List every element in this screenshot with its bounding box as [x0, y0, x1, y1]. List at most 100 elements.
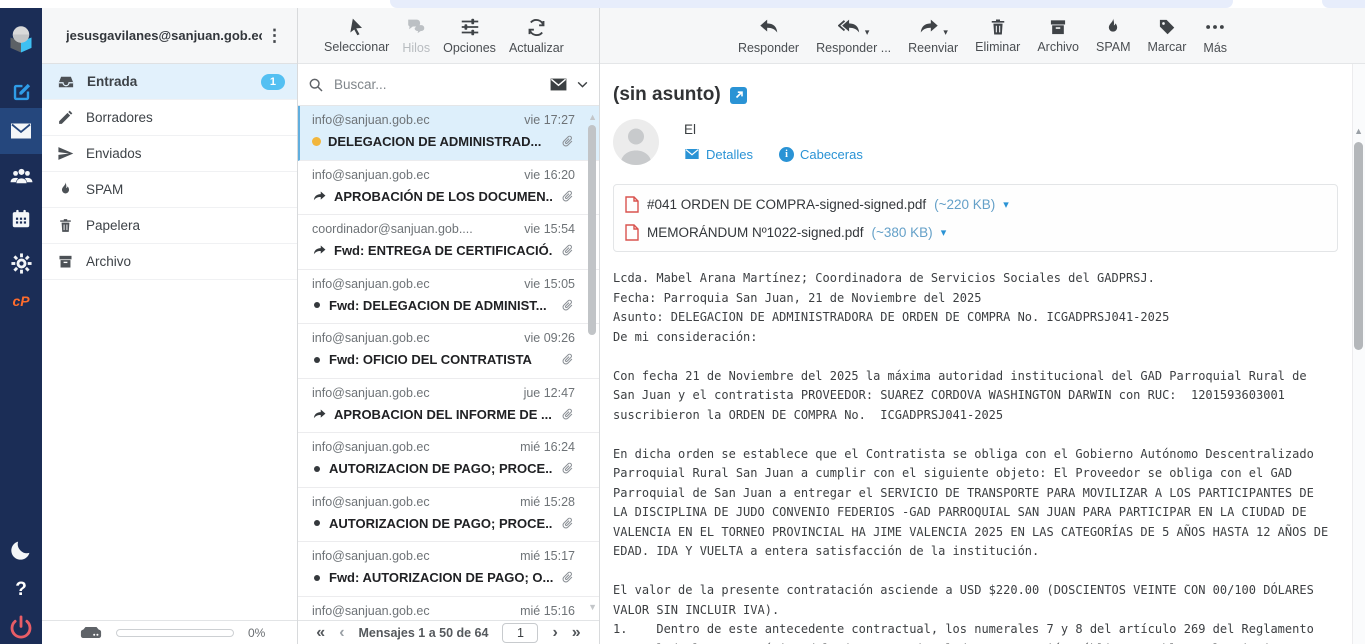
threads-button[interactable]: Hilos — [402, 16, 430, 55]
envelope-icon — [684, 146, 700, 162]
spam-button[interactable]: SPAM — [1096, 17, 1131, 54]
attachment-menu-icon[interactable]: ▾ — [941, 226, 947, 239]
forward-button[interactable]: ▾ Reenviar — [908, 16, 958, 55]
paperclip-icon — [560, 352, 575, 367]
content-scrollbar-thumb[interactable] — [1354, 142, 1363, 350]
browser-strip — [0, 0, 1365, 8]
message-row[interactable]: info@sanjuan.gob.ecmié 15:16 — [298, 597, 599, 621]
select-button[interactable]: Seleccionar — [324, 17, 389, 54]
page-number-input[interactable] — [502, 623, 538, 643]
fire-icon — [57, 181, 74, 198]
logout-button[interactable] — [0, 610, 42, 644]
headers-toggle[interactable]: i Cabeceras — [779, 147, 863, 162]
attachment-item[interactable]: MEMORÁNDUM Nº1022-signed.pdf (~380 KB) ▾ — [625, 218, 1326, 246]
row-sender: info@sanjuan.gob.ec — [312, 440, 430, 454]
compose-button[interactable] — [0, 74, 42, 110]
attachment-name: MEMORÁNDUM Nº1022-signed.pdf — [647, 225, 864, 240]
message-row[interactable]: info@sanjuan.gob.ecmié 15:17 Fwd: AUTORI… — [298, 542, 599, 597]
message-row[interactable]: info@sanjuan.gob.ecvie 09:26 Fwd: OFICIO… — [298, 324, 599, 379]
settings-nav-button[interactable] — [0, 244, 42, 282]
body-paragraph: En dicha orden se establece que el Contr… — [613, 445, 1335, 562]
ellipsis-icon — [1204, 16, 1226, 38]
row-date: jue 12:47 — [524, 386, 575, 400]
folder-item-archive[interactable]: Archivo — [42, 244, 297, 280]
roundcube-logo-icon — [6, 24, 36, 54]
more-label: Más — [1203, 41, 1227, 55]
row-sender: info@sanjuan.gob.ec — [312, 495, 430, 509]
threads-label: Hilos — [402, 41, 430, 55]
reply-all-button[interactable]: ▾ Responder ... — [816, 16, 891, 55]
delete-label: Eliminar — [975, 40, 1020, 54]
message-row[interactable]: info@sanjuan.gob.ecmié 15:28 AUTORIZACIO… — [298, 488, 599, 543]
calendar-nav-button[interactable] — [0, 200, 42, 238]
message-row[interactable]: info@sanjuan.gob.ecvie 15:05 Fwd: DELEGA… — [298, 270, 599, 325]
archive-button[interactable]: Archivo — [1037, 17, 1079, 54]
message-row[interactable]: info@sanjuan.gob.ecvie 16:20 APROBACIÓN … — [298, 161, 599, 216]
last-page-button[interactable]: » — [572, 625, 581, 641]
content-scrollbar[interactable]: ▲ — [1352, 64, 1365, 644]
scroll-up-arrow[interactable]: ▲ — [588, 112, 597, 122]
chevron-down-icon[interactable] — [576, 78, 589, 91]
details-toggle[interactable]: Detalles — [684, 146, 753, 162]
scroll-down-arrow[interactable]: ▼ — [588, 602, 597, 612]
message-toolbar: Responder ▾ Responder ... ▾ Reenviar — [600, 8, 1365, 64]
pencil-icon — [57, 109, 74, 126]
info-icon: i — [779, 147, 794, 162]
avatar — [613, 119, 659, 165]
caret-down-icon[interactable]: ▾ — [943, 27, 948, 38]
help-button[interactable]: ? — [0, 572, 42, 608]
flagged-dot-icon — [312, 137, 321, 146]
folder-item-trash[interactable]: Papelera — [42, 208, 297, 244]
folder-item-spam[interactable]: SPAM — [42, 172, 297, 208]
list-scrollbar-thumb[interactable] — [588, 125, 596, 335]
reply-button[interactable]: Responder — [738, 16, 799, 55]
caret-down-icon[interactable]: ▾ — [865, 27, 870, 38]
message-view: (sin asunto) El — [600, 64, 1352, 644]
attachment-menu-icon[interactable]: ▾ — [1003, 198, 1009, 211]
more-button[interactable]: Más — [1203, 16, 1227, 55]
moon-icon — [9, 538, 33, 562]
mark-label: Marcar — [1148, 40, 1187, 54]
search-input[interactable] — [332, 76, 541, 93]
message-list-panel: Seleccionar Hilos Opciones — [298, 8, 600, 644]
kebab-menu-icon[interactable]: ⋮ — [262, 26, 287, 46]
contacts-nav-button[interactable] — [0, 158, 42, 194]
options-button[interactable]: Opciones — [443, 16, 496, 55]
refresh-button[interactable]: Actualizar — [509, 17, 564, 55]
cpanel-button[interactable]: cP — [0, 286, 42, 316]
cpanel-logo-icon: cP — [12, 293, 29, 309]
folder-item-drafts[interactable]: Borradores — [42, 100, 297, 136]
app-logo — [0, 16, 42, 62]
message-rows: info@sanjuan.gob.ecvie 17:27 DELEGACION … — [298, 106, 599, 620]
folder-item-sent[interactable]: Enviados — [42, 136, 297, 172]
prev-page-button[interactable]: ‹ — [339, 625, 344, 641]
row-sender: info@sanjuan.gob.ec — [312, 113, 430, 127]
details-label: Detalles — [706, 147, 753, 162]
paperclip-icon — [560, 407, 575, 422]
reply-all-label: Responder ... — [816, 41, 891, 55]
search-scope-icon[interactable] — [549, 75, 568, 94]
message-body: Lcda. Mabel Arana Martínez; Coordinadora… — [613, 269, 1335, 644]
scroll-up-arrow[interactable]: ▲ — [1354, 126, 1363, 136]
attachment-item[interactable]: #041 ORDEN DE COMPRA-signed-signed.pdf (… — [625, 190, 1326, 218]
row-date: vie 17:27 — [524, 113, 575, 127]
delete-button[interactable]: Eliminar — [975, 17, 1020, 54]
folder-item-inbox[interactable]: Entrada 1 — [42, 64, 297, 100]
open-in-new-window-icon[interactable] — [730, 87, 747, 104]
row-sender: info@sanjuan.gob.ec — [312, 331, 430, 345]
next-page-button[interactable]: › — [552, 625, 557, 641]
message-row[interactable]: info@sanjuan.gob.ecjue 12:47 APROBACION … — [298, 379, 599, 434]
dark-mode-toggle[interactable] — [0, 532, 42, 568]
mark-button[interactable]: Marcar — [1148, 17, 1187, 54]
compose-icon — [10, 81, 33, 104]
account-header: jesusgavilanes@sanjuan.gob.ec ⋮ — [42, 8, 297, 64]
quota-bar: 0% — [42, 620, 297, 644]
row-date: vie 09:26 — [524, 331, 575, 345]
headers-label: Cabeceras — [800, 147, 863, 162]
mail-nav-button[interactable] — [0, 108, 42, 154]
message-row[interactable]: info@sanjuan.gob.ecmié 16:24 AUTORIZACIO… — [298, 433, 599, 488]
message-row[interactable]: coordinador@sanjuan.gob....vie 15:54 Fwd… — [298, 215, 599, 270]
first-page-button[interactable]: « — [316, 625, 325, 641]
message-row[interactable]: info@sanjuan.gob.ecvie 17:27 DELEGACION … — [298, 106, 599, 161]
pdf-file-icon — [625, 224, 639, 241]
